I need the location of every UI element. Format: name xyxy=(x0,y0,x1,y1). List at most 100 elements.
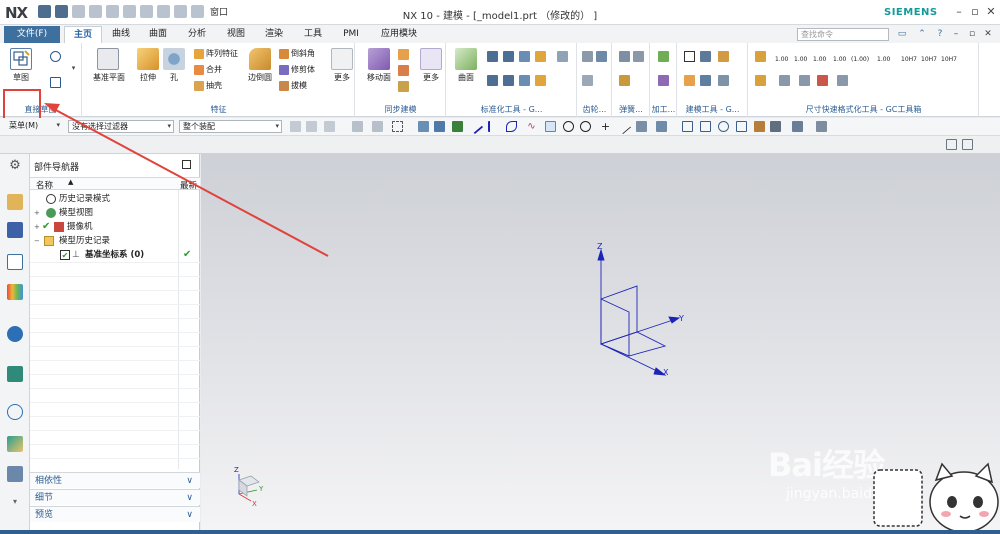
minimize-icon[interactable]: – xyxy=(952,5,966,19)
window-menu[interactable]: 窗口 xyxy=(208,5,230,18)
dim-tool-10-icon[interactable] xyxy=(779,75,790,86)
model-tool-4-icon[interactable] xyxy=(684,75,695,86)
model-tool-6-icon[interactable] xyxy=(718,75,729,86)
undo-icon[interactable] xyxy=(72,5,85,18)
process-studio-icon[interactable] xyxy=(7,436,23,452)
dim-tool-12-icon[interactable] xyxy=(817,75,828,86)
delete-face-icon[interactable] xyxy=(398,81,409,92)
settings-gear-icon[interactable]: ⚙ xyxy=(7,158,23,174)
filter-tool-5-icon[interactable] xyxy=(372,121,383,132)
snap-curve-icon[interactable] xyxy=(506,121,517,132)
std-pin-icon[interactable] xyxy=(535,51,546,62)
dim-4[interactable]: 1.00 xyxy=(833,53,846,66)
model-tool-2-icon[interactable] xyxy=(700,51,711,62)
constraint-navigator-icon[interactable] xyxy=(7,222,23,238)
column-name[interactable]: 名称 xyxy=(36,179,53,191)
assembly-navigator-icon[interactable] xyxy=(7,194,23,210)
close-icon[interactable]: ✕ xyxy=(984,5,998,19)
draft-button[interactable]: 拔模 xyxy=(279,79,307,92)
tab-home[interactable]: 主页 xyxy=(64,26,102,43)
dim-2[interactable]: 1.00 xyxy=(794,53,807,66)
panel-maximize-icon[interactable] xyxy=(182,160,191,169)
tree-row-model-views[interactable]: + 模型视图 xyxy=(30,206,200,220)
tree-row-datum-csys[interactable]: ✔ ⊥ 基准坐标系 (0) ✔ xyxy=(30,248,200,262)
more-dropdown-icon[interactable]: ▾ xyxy=(68,63,79,74)
expand-icon[interactable]: + xyxy=(34,224,40,231)
paste-icon[interactable] xyxy=(140,5,153,18)
web-browser-icon[interactable] xyxy=(7,366,23,382)
filter-tool-4-icon[interactable] xyxy=(352,121,363,132)
sync-face-icon[interactable] xyxy=(398,49,409,60)
tree-row-camera[interactable]: + ✔ 摄像机 xyxy=(30,220,200,234)
sync-more-button[interactable]: 更多 xyxy=(416,46,446,98)
view-layer-icon[interactable] xyxy=(816,121,827,132)
edge-blend-button[interactable]: 边倒圆 xyxy=(245,46,275,98)
tab-tools[interactable]: 工具 xyxy=(299,26,327,43)
doc-close-icon[interactable]: ✕ xyxy=(982,28,994,40)
collapse-icon[interactable]: − xyxy=(34,238,40,245)
view-window-icon[interactable] xyxy=(700,121,711,132)
view-render-icon[interactable] xyxy=(754,121,765,132)
snap-intersection-icon[interactable]: + xyxy=(600,121,611,132)
cut-icon[interactable] xyxy=(106,5,119,18)
std-nut-icon[interactable] xyxy=(503,51,514,62)
ribbon-collapse-icon[interactable]: ⌃ xyxy=(916,28,928,40)
view-orient-icon[interactable] xyxy=(792,121,803,132)
tab-application[interactable]: 应用模块 xyxy=(375,26,423,43)
tab-analysis[interactable]: 分析 xyxy=(183,26,211,43)
view-rotate-icon[interactable] xyxy=(718,121,729,132)
replace-face-icon[interactable] xyxy=(398,65,409,76)
scroll-down-icon[interactable]: ▾ xyxy=(7,494,23,510)
std-key-icon[interactable] xyxy=(519,75,530,86)
dim-9[interactable]: 10H7 xyxy=(941,53,957,66)
roles-icon[interactable] xyxy=(7,466,23,482)
tab-pmi[interactable]: PMI xyxy=(336,26,366,43)
snap-spline-icon[interactable]: ∿ xyxy=(526,121,537,132)
std-spring-pin-icon[interactable] xyxy=(535,75,546,86)
std-shaft-icon[interactable] xyxy=(557,51,568,62)
hole-button[interactable]: 孔 xyxy=(159,46,189,98)
resource-bar-icon[interactable] xyxy=(946,139,957,150)
snap-bounded-icon[interactable] xyxy=(656,121,667,132)
chamfer-button[interactable]: 倒斜角 xyxy=(279,47,315,60)
repeat-command-icon[interactable] xyxy=(157,5,170,18)
doc-minimize-icon[interactable]: – xyxy=(950,28,962,40)
assembly-scope-select[interactable]: 整个装配 ▾ xyxy=(179,120,282,133)
tab-curve[interactable]: 曲线 xyxy=(107,26,135,43)
reuse-library-icon[interactable] xyxy=(7,284,23,300)
unite-button[interactable]: 合并 xyxy=(194,63,222,76)
dim-8[interactable]: 10H7 xyxy=(921,53,937,66)
column-latest[interactable]: 最新 xyxy=(180,179,198,191)
trim-body-button[interactable]: 修剪体 xyxy=(279,63,315,76)
dim-6[interactable]: 1.00 xyxy=(877,53,890,66)
view-pan-icon[interactable] xyxy=(736,121,747,132)
snap-quadrant-icon[interactable] xyxy=(580,121,591,132)
filter-tool-1-icon[interactable] xyxy=(290,121,301,132)
surface-button[interactable]: 曲面 xyxy=(451,46,481,98)
sort-ascending-icon[interactable]: ▲ xyxy=(68,178,73,186)
menu-button[interactable]: 菜单(M) ▾ xyxy=(6,120,62,133)
preview-panel[interactable]: 预览 ∨ xyxy=(30,506,200,522)
dim-7[interactable]: 10H7 xyxy=(901,53,917,66)
tree-row-model-history[interactable]: − 模型历史记录 xyxy=(30,234,200,248)
tab-file[interactable]: 文件(F) xyxy=(4,26,60,43)
help-icon[interactable]: ? xyxy=(934,28,946,40)
spring-icon[interactable] xyxy=(619,51,630,62)
dim-3[interactable]: 1.00 xyxy=(813,53,826,66)
part-navigator-icon[interactable] xyxy=(7,254,23,270)
shell-button[interactable]: 抽壳 xyxy=(194,79,222,92)
std-rivet-icon[interactable] xyxy=(503,75,514,86)
dim-tool-11-icon[interactable] xyxy=(799,75,810,86)
ribbon-options-icon[interactable]: ▭ xyxy=(896,28,908,40)
spring-compress-icon[interactable] xyxy=(633,51,644,62)
gear-mesh-icon[interactable] xyxy=(596,51,607,62)
view-frame-icon[interactable] xyxy=(682,121,693,132)
feature-more-button[interactable]: 更多 xyxy=(327,46,357,98)
dim-tool-13-icon[interactable] xyxy=(837,75,848,86)
box-select-icon[interactable] xyxy=(392,121,403,132)
snap-face-icon[interactable] xyxy=(636,121,647,132)
restore-icon[interactable]: ▫ xyxy=(968,5,982,19)
history-clock-icon[interactable] xyxy=(7,404,23,420)
dim-1[interactable]: 1.00 xyxy=(775,53,788,66)
dependencies-panel[interactable]: 相依性 ∨ xyxy=(30,472,200,488)
